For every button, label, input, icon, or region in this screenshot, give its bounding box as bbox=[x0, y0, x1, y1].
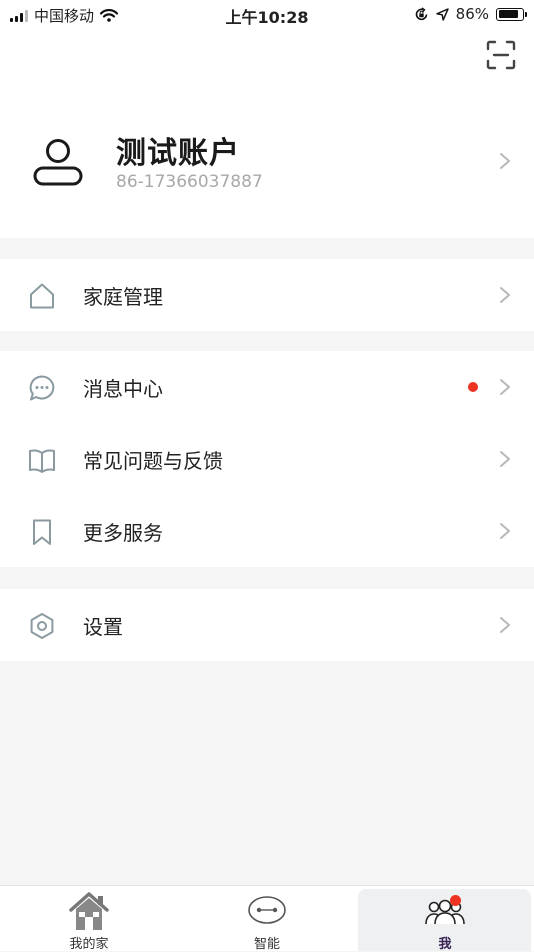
location-icon bbox=[435, 7, 449, 21]
status-bar: 中国移动 上午10:28 86% bbox=[0, 0, 534, 28]
chevron-right-icon bbox=[500, 379, 510, 395]
tab-me-badge bbox=[450, 895, 461, 906]
settings-section: 设置 bbox=[0, 589, 534, 661]
tab-smart-label: 智能 bbox=[253, 937, 280, 952]
tab-smart[interactable]: 智能 bbox=[178, 886, 356, 952]
battery-icon bbox=[496, 7, 527, 21]
menu-item-services-label: 更多服务 bbox=[83, 521, 163, 545]
chevron-right-icon bbox=[500, 153, 510, 169]
book-icon bbox=[29, 449, 55, 473]
status-right: 86% bbox=[414, 5, 527, 23]
menu-item-settings-label: 设置 bbox=[83, 615, 123, 639]
bookmark-icon bbox=[33, 519, 51, 545]
chevron-right-icon bbox=[500, 287, 510, 303]
info-section: 消息中心 常见问题与反馈 更多服务 bbox=[0, 351, 534, 567]
chat-bubble-icon bbox=[29, 375, 55, 401]
tab-me-label: 我 bbox=[438, 937, 452, 952]
chevron-right-icon bbox=[500, 451, 510, 467]
account-name: 测试账户 bbox=[116, 136, 240, 171]
family-section: 家庭管理 bbox=[0, 259, 534, 331]
menu-item-settings[interactable]: 设置 bbox=[0, 589, 534, 661]
tab-home[interactable]: 我的家 bbox=[0, 886, 178, 952]
profile-header[interactable]: 测试账户 86-17366037887 bbox=[0, 28, 534, 238]
chevron-right-icon bbox=[500, 617, 510, 633]
menu-item-messages-label: 消息中心 bbox=[83, 377, 163, 401]
menu-item-messages[interactable]: 消息中心 bbox=[0, 351, 534, 423]
menu-item-family[interactable]: 家庭管理 bbox=[0, 259, 534, 331]
house-icon bbox=[69, 892, 109, 930]
tab-bar: 我的家 智能 我 bbox=[0, 885, 534, 952]
scan-icon[interactable] bbox=[486, 40, 516, 70]
tab-me[interactable]: 我 bbox=[356, 886, 534, 952]
hexagon-settings-icon bbox=[30, 613, 54, 639]
unread-badge bbox=[468, 382, 478, 392]
menu-item-services[interactable]: 更多服务 bbox=[0, 495, 534, 567]
menu-item-faq[interactable]: 常见问题与反馈 bbox=[0, 423, 534, 495]
battery-percent: 86% bbox=[455, 5, 489, 23]
menu-item-faq-label: 常见问题与反馈 bbox=[83, 449, 223, 473]
robot-face-icon bbox=[248, 896, 286, 924]
user-icon bbox=[33, 139, 83, 186]
orientation-lock-icon bbox=[415, 6, 427, 20]
home-outline-icon bbox=[30, 283, 54, 309]
tab-home-label: 我的家 bbox=[69, 937, 109, 952]
menu-item-family-label: 家庭管理 bbox=[83, 285, 163, 309]
chevron-right-icon bbox=[500, 523, 510, 539]
account-phone: 86-17366037887 bbox=[116, 172, 263, 192]
